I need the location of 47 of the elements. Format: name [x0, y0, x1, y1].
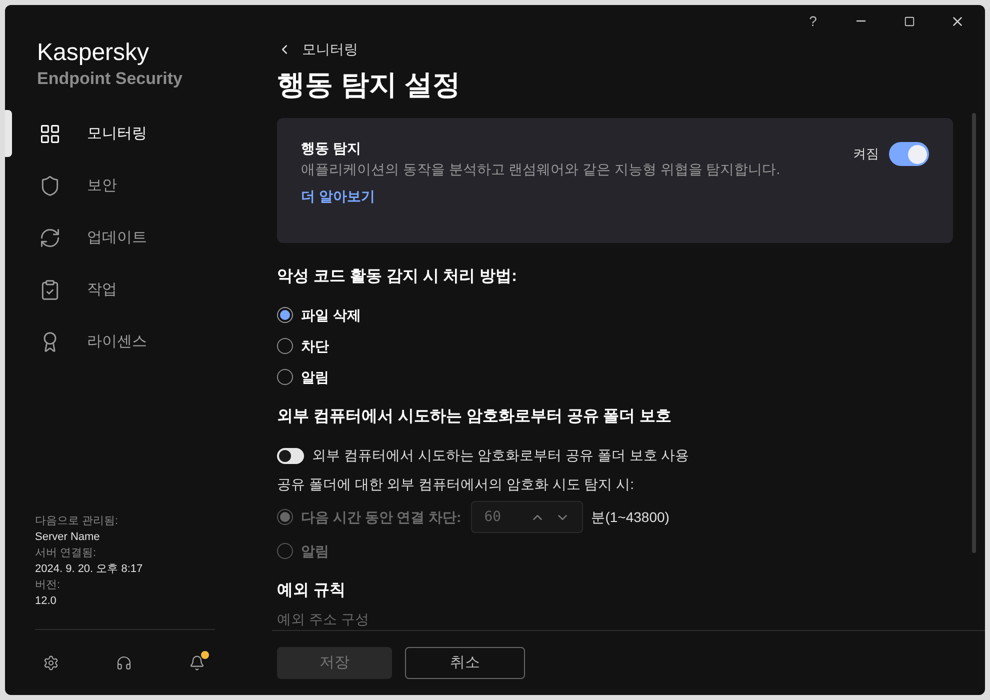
section-heading: 예외 규칙 — [277, 581, 346, 601]
toggle-label: 외부 컴퓨터에서 시도하는 암호화로부터 공유 폴더 보호 사용 — [312, 446, 690, 465]
nav-item[interactable]: 업데이트 — [5, 212, 272, 264]
toggle-switch[interactable] — [889, 142, 929, 166]
help-button[interactable]: ? — [789, 10, 837, 32]
page-title: 행동 탐지 설정 — [277, 68, 462, 102]
section-heading: 외부 컴퓨터에서 시도하는 암호화로부터 공유 폴더 보호 — [277, 407, 673, 427]
nav-item[interactable]: 라이센스 — [5, 316, 272, 368]
info-label: 다음으로 관리됨: — [35, 514, 120, 529]
shield-icon — [39, 175, 61, 197]
info-value: 12.0 — [35, 594, 58, 609]
section-heading: 악성 코드 활동 감지 시 처리 방법: — [277, 267, 518, 287]
settings-icon — [43, 654, 59, 670]
toggle-label: 켜짐 — [853, 145, 879, 163]
learn-more-link[interactable]: 더 알아보기 — [301, 186, 780, 207]
cancel-button[interactable]: 취소 — [405, 647, 525, 679]
radio-option[interactable]: 파일 삭제 — [277, 305, 953, 325]
grid-icon — [39, 123, 61, 145]
info-value: Server Name — [35, 530, 101, 545]
brand-name: Kaspersky — [37, 38, 150, 68]
clipboard-check-icon — [39, 279, 61, 301]
nav-item[interactable]: 모니터링 — [5, 108, 272, 160]
radio-option[interactable]: 차단 — [277, 336, 953, 356]
radio-button[interactable] — [277, 307, 293, 323]
selection-indicator — [5, 110, 12, 157]
headset-icon — [116, 654, 132, 670]
toggle-switch[interactable] — [277, 448, 304, 464]
bell-icon — [189, 654, 205, 670]
info-label: 서버 연결됨: — [35, 546, 98, 561]
radio-option[interactable]: 알림 — [277, 367, 953, 387]
product-name: Endpoint Security — [37, 68, 184, 90]
radio-button[interactable] — [277, 369, 293, 385]
refresh-icon — [39, 227, 61, 249]
subheading: 공유 폴더에 대한 외부 컴퓨터에서의 암호화 시도 탐지 시: — [277, 475, 636, 494]
scrollbar[interactable] — [972, 113, 976, 553]
headset-button[interactable] — [116, 654, 132, 670]
info-value: 2024. 9. 20. 오후 8:17 — [35, 562, 144, 577]
card-description: 애플리케이션의 동작을 분석하고 랜섬웨어와 같은 지능형 위협을 탐지합니다. — [301, 160, 780, 179]
card-title: 행동 탐지 — [301, 139, 362, 158]
nav-item[interactable]: 작업 — [5, 264, 272, 316]
info-label: 버전: — [35, 578, 62, 593]
maximize-icon — [904, 16, 914, 26]
back-link[interactable]: 모니터링 — [277, 39, 358, 60]
radio-button[interactable] — [277, 338, 293, 354]
settings-button[interactable] — [43, 654, 59, 670]
nav-item[interactable]: 보안 — [5, 160, 272, 212]
unit-label: 분(1~43800) — [591, 508, 670, 527]
